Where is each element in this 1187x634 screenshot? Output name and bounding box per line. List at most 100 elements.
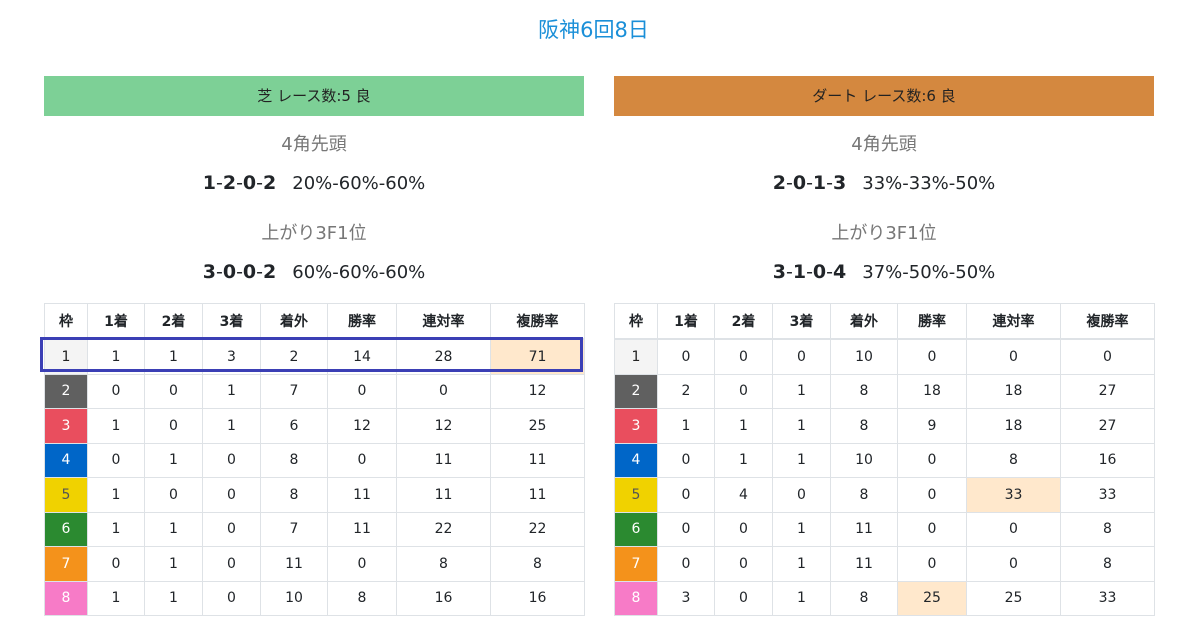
table-cell: 0 xyxy=(897,338,967,375)
table-cell: 28 xyxy=(396,338,491,375)
table-cell: 27 xyxy=(1060,373,1155,409)
corner-lead-label: 4角先頭 xyxy=(851,134,917,155)
table-row: 6 1 1 0 7 11 22 22 xyxy=(44,511,585,547)
frame-number-cell: 8 xyxy=(44,580,88,616)
table-cell: 11 xyxy=(327,477,397,513)
table-cell: 0 xyxy=(87,373,145,409)
turf-header: 芝 レース数:5 良 xyxy=(44,76,584,116)
table-cell: 1 xyxy=(144,442,203,478)
table-cell: 12 xyxy=(490,373,585,409)
table-cell: 0 xyxy=(144,477,203,513)
column-header: 複勝率 xyxy=(1060,303,1155,340)
table-cell: 0 xyxy=(327,546,397,582)
table-cell: 1 xyxy=(772,546,831,582)
table-cell: 4 xyxy=(714,477,773,513)
table-cell: 1 xyxy=(772,442,831,478)
table-cell: 22 xyxy=(396,511,491,547)
table-header-row: 枠 1着 2着 3着 着外 勝率 連対率 複勝率 xyxy=(44,303,585,340)
table-cell: 0 xyxy=(87,442,145,478)
table-cell: 0 xyxy=(714,580,773,616)
last3f-score: 3-1-0-4 xyxy=(772,261,847,283)
table-cell: 0 xyxy=(327,442,397,478)
table-cell: 0 xyxy=(327,373,397,409)
table-row: 6 0 0 1 11 0 0 8 xyxy=(614,511,1155,547)
column-header: 3着 xyxy=(202,303,261,340)
last3f-rates: 60%-60%-60% xyxy=(292,262,426,283)
last3f-score: 3-0-0-2 xyxy=(202,261,277,283)
table-cell: 0 xyxy=(897,511,967,547)
last3f-stats: 上がり3F1位 3-0-0-2 60%-60%-60% xyxy=(44,223,584,284)
table-cell: 16 xyxy=(396,580,491,616)
table-header-row: 枠 1着 2着 3着 着外 勝率 連対率 複勝率 xyxy=(614,303,1155,340)
table-cell: 0 xyxy=(144,408,203,444)
column-header: 1着 xyxy=(87,303,145,340)
table-cell: 8 xyxy=(396,546,491,582)
table-cell: 0 xyxy=(87,546,145,582)
corner-lead-score: 2-0-1-3 xyxy=(772,172,847,194)
dirt-gate-table: 枠 1着 2着 3着 着外 勝率 連対率 複勝率 1 0 0 0 10 0 0 0 2 2 0 1 8 18 18 27 3 1… xyxy=(614,303,1155,616)
frame-number-cell: 3 xyxy=(614,408,658,444)
frame-number-cell: 7 xyxy=(44,546,88,582)
table-cell: 1 xyxy=(144,511,203,547)
table-cell: 1 xyxy=(202,408,261,444)
column-header: 連対率 xyxy=(966,303,1061,340)
table-cell: 0 xyxy=(657,477,715,513)
table-cell: 18 xyxy=(897,373,967,409)
frame-number-cell: 4 xyxy=(44,442,88,478)
table-cell: 8 xyxy=(327,580,397,616)
table-cell: 22 xyxy=(490,511,585,547)
table-cell: 6 xyxy=(260,408,328,444)
table-cell: 1 xyxy=(772,511,831,547)
table-cell: 7 xyxy=(260,373,328,409)
table-cell: 8 xyxy=(830,373,898,409)
table-cell: 0 xyxy=(714,338,773,375)
corner-lead-score: 1-2-0-2 xyxy=(202,172,277,194)
table-cell: 1 xyxy=(87,408,145,444)
table-cell: 1 xyxy=(772,408,831,444)
table-cell: 0 xyxy=(202,442,261,478)
table-cell: 25 xyxy=(897,580,967,616)
column-header: 連対率 xyxy=(396,303,491,340)
frame-number-cell: 8 xyxy=(614,580,658,616)
frame-number-cell: 5 xyxy=(44,477,88,513)
table-cell: 0 xyxy=(714,546,773,582)
corner-lead-stats: 4角先頭 1-2-0-2 20%-60%-60% xyxy=(44,134,584,195)
table-cell: 11 xyxy=(490,442,585,478)
table-cell: 0 xyxy=(657,442,715,478)
table-cell: 11 xyxy=(327,511,397,547)
table-cell: 1 xyxy=(87,338,145,375)
last3f-rates: 37%-50%-50% xyxy=(862,262,996,283)
table-cell: 14 xyxy=(327,338,397,375)
table-cell: 1 xyxy=(87,511,145,547)
table-cell: 0 xyxy=(202,511,261,547)
corner-lead-label: 4角先頭 xyxy=(281,134,347,155)
table-cell: 8 xyxy=(830,408,898,444)
table-cell: 10 xyxy=(260,580,328,616)
table-cell: 3 xyxy=(657,580,715,616)
table-cell: 16 xyxy=(1060,442,1155,478)
table-row: 1 0 0 0 10 0 0 0 xyxy=(614,338,1155,375)
table-row: 2 0 0 1 7 0 0 12 xyxy=(44,373,585,409)
table-cell: 0 xyxy=(714,511,773,547)
table-cell: 1 xyxy=(772,580,831,616)
table-row: 4 0 1 0 8 0 11 11 xyxy=(44,442,585,478)
table-row: 4 0 1 1 10 0 8 16 xyxy=(614,442,1155,478)
column-header: 複勝率 xyxy=(490,303,585,340)
frame-number-cell: 4 xyxy=(614,442,658,478)
table-cell: 0 xyxy=(1060,338,1155,375)
table-row: 7 0 1 0 11 0 8 8 xyxy=(44,546,585,582)
table-cell: 9 xyxy=(897,408,967,444)
table-cell: 11 xyxy=(490,477,585,513)
table-cell: 0 xyxy=(897,546,967,582)
table-cell: 7 xyxy=(260,511,328,547)
table-cell: 1 xyxy=(657,408,715,444)
table-cell: 0 xyxy=(772,338,831,375)
table-cell: 8 xyxy=(260,442,328,478)
last3f-stats: 上がり3F1位 3-1-0-4 37%-50%-50% xyxy=(614,223,1154,284)
frame-number-cell: 6 xyxy=(44,511,88,547)
frame-number-cell: 1 xyxy=(44,338,88,375)
table-cell: 11 xyxy=(830,546,898,582)
table-cell: 0 xyxy=(714,373,773,409)
frame-number-cell: 3 xyxy=(44,408,88,444)
table-cell: 1 xyxy=(772,373,831,409)
